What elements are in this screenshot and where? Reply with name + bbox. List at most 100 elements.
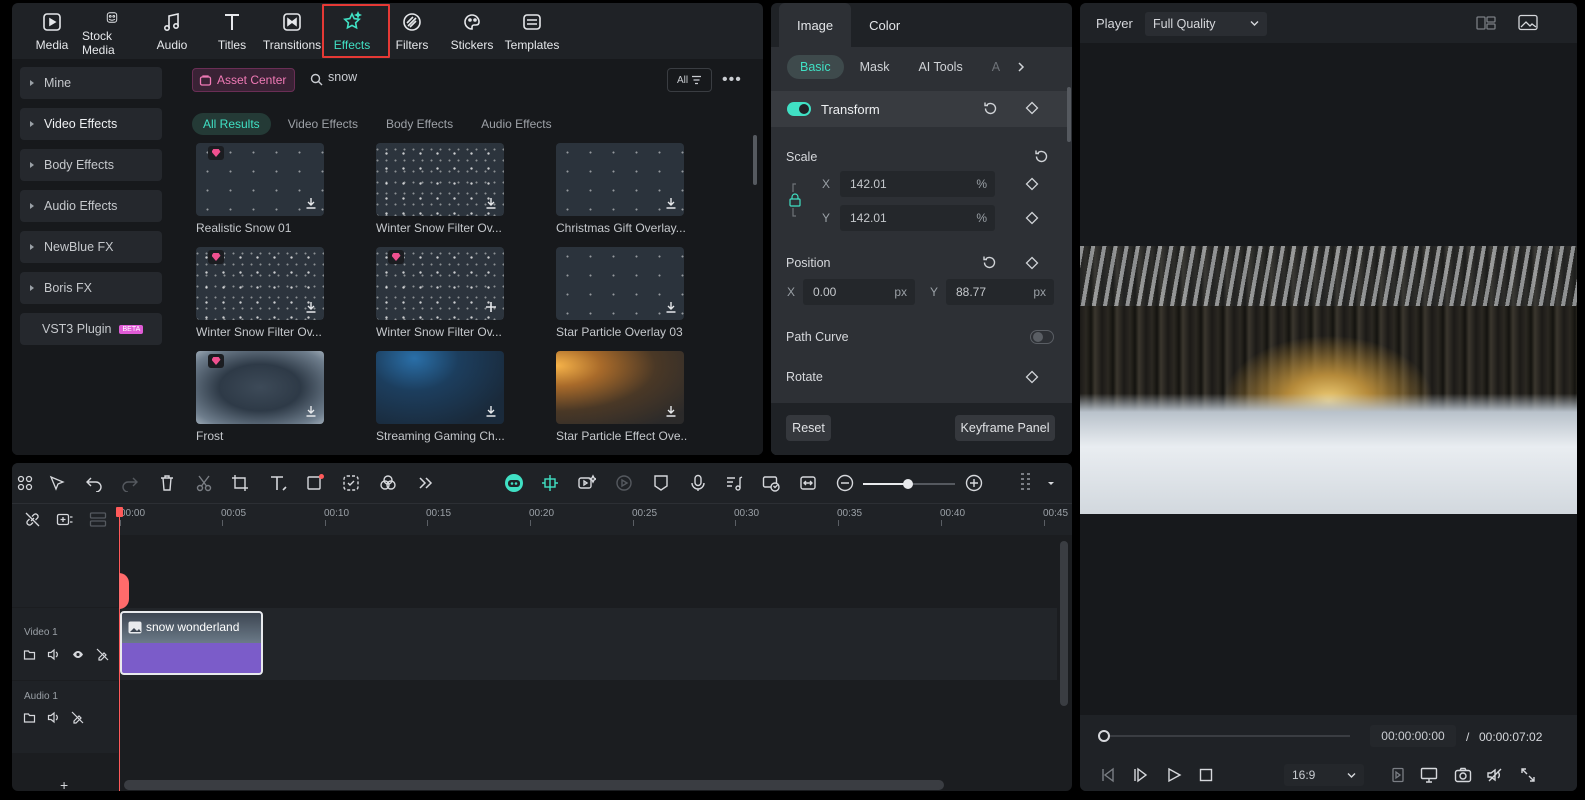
- effect-card[interactable]: Star Particle Effect Ove...: [556, 351, 688, 443]
- download-icon[interactable]: [484, 196, 498, 210]
- snap-icon[interactable]: [541, 474, 559, 492]
- sidebar-item-newblue-fx[interactable]: NewBlue FX: [20, 231, 162, 263]
- keyframe-diamond-icon[interactable]: [1025, 211, 1039, 225]
- redo-icon[interactable]: [121, 474, 139, 492]
- audio-mixer-icon[interactable]: [725, 474, 743, 492]
- effect-card[interactable]: Winter Snow Filter Ov...: [376, 247, 504, 339]
- previous-frame-icon[interactable]: [1100, 767, 1116, 783]
- zoom-in-icon[interactable]: [965, 474, 983, 492]
- tab-audio-effects[interactable]: Audio Effects: [470, 113, 563, 135]
- position-y-field[interactable]: 88.77 px: [946, 279, 1054, 305]
- effect-card[interactable]: Winter Snow Filter Ov...: [196, 247, 324, 339]
- snapshot-image-icon[interactable]: [1518, 14, 1538, 31]
- reset-icon[interactable]: [1033, 148, 1050, 165]
- tab-filters[interactable]: Filters: [382, 3, 442, 57]
- scale-x-field[interactable]: 142.01 %: [840, 171, 995, 197]
- transform-toggle[interactable]: [787, 102, 811, 116]
- keyframe-diamond-icon[interactable]: [1025, 370, 1039, 384]
- add-icon[interactable]: [484, 300, 498, 314]
- empty-track-row[interactable]: [12, 535, 1057, 607]
- progress-track[interactable]: [1104, 735, 1350, 737]
- subtab-basic[interactable]: Basic: [787, 55, 844, 79]
- rectangle-tool-icon[interactable]: [306, 474, 324, 492]
- track-layout-icon[interactable]: [1018, 472, 1036, 494]
- sidebar-item-vst3-plugin[interactable]: VST3 Plugin BETA: [20, 313, 162, 345]
- download-icon[interactable]: [664, 300, 678, 314]
- timeline-vertical-scrollbar[interactable]: [1060, 541, 1068, 706]
- effect-card[interactable]: Christmas Gift Overlay...: [556, 143, 686, 235]
- path-curve-toggle[interactable]: [1030, 330, 1054, 344]
- download-icon[interactable]: [304, 300, 318, 314]
- download-icon[interactable]: [484, 404, 498, 418]
- search-input[interactable]: [328, 70, 528, 84]
- sidebar-item-boris-fx[interactable]: Boris FX: [20, 272, 162, 304]
- next-frame-icon[interactable]: [1132, 767, 1148, 783]
- lock-ratio-icon[interactable]: [788, 180, 802, 220]
- tab-body-effects[interactable]: Body Effects: [375, 113, 464, 135]
- add-track-plus-icon[interactable]: +: [60, 777, 68, 791]
- cut-scissors-icon[interactable]: [195, 474, 213, 492]
- tab-stickers[interactable]: Stickers: [442, 3, 502, 57]
- tab-image[interactable]: Image: [779, 3, 852, 47]
- keyframe-panel-button[interactable]: Keyframe Panel: [955, 415, 1055, 441]
- subtab-mask[interactable]: Mask: [847, 55, 903, 79]
- grid-view-icon[interactable]: [1476, 15, 1496, 31]
- undo-icon[interactable]: [85, 474, 103, 492]
- reset-icon[interactable]: [982, 100, 999, 117]
- tab-transitions[interactable]: Transitions: [262, 3, 322, 57]
- link-icon[interactable]: [24, 511, 41, 528]
- video-clip[interactable]: snow wonderland: [120, 611, 263, 675]
- download-icon[interactable]: [664, 196, 678, 210]
- lock-edit-icon[interactable]: [96, 648, 109, 661]
- download-icon[interactable]: [304, 404, 318, 418]
- timeline-ruler[interactable]: 00:00 00:05 00:10 00:15 00:20 00:25 00:3…: [12, 503, 1072, 535]
- color-match-icon[interactable]: [379, 474, 397, 492]
- tab-titles[interactable]: Titles: [202, 3, 262, 57]
- download-icon[interactable]: [664, 404, 678, 418]
- effect-card[interactable]: Streaming Gaming Ch...: [376, 351, 505, 443]
- auto-highlight-icon[interactable]: [578, 474, 596, 492]
- more-options-icon[interactable]: •••: [722, 71, 742, 89]
- zoom-slider-handle[interactable]: [903, 479, 913, 489]
- timeline-horizontal-scrollbar[interactable]: [124, 780, 944, 790]
- subtab-more[interactable]: A: [979, 55, 1013, 79]
- tab-effects[interactable]: Effects: [322, 3, 390, 58]
- smart-select-icon[interactable]: [342, 474, 360, 492]
- select-cursor-icon[interactable]: [48, 474, 66, 492]
- effect-card[interactable]: Realistic Snow 01: [196, 143, 324, 235]
- add-track-icon[interactable]: [56, 511, 74, 528]
- effect-card[interactable]: Winter Snow Filter Ov...: [376, 143, 504, 235]
- sidebar-item-body-effects[interactable]: Body Effects: [20, 149, 162, 181]
- tab-audio[interactable]: Audio: [142, 3, 202, 57]
- layout-grid-icon[interactable]: [16, 474, 34, 492]
- fullscreen-icon[interactable]: [1520, 767, 1536, 783]
- playhead-marker[interactable]: [119, 573, 129, 609]
- more-tools-icon[interactable]: [416, 474, 434, 492]
- camera-icon[interactable]: [1454, 767, 1472, 783]
- asset-center-button[interactable]: Asset Center: [192, 68, 295, 92]
- subtab-ai-tools[interactable]: AI Tools: [905, 55, 975, 79]
- audio-mute-icon[interactable]: [1486, 767, 1504, 783]
- aspect-ratio-select[interactable]: 16:9: [1284, 764, 1364, 786]
- reset-icon[interactable]: [981, 254, 998, 271]
- mark-in-icon[interactable]: [1390, 767, 1406, 783]
- sidebar-item-video-effects[interactable]: Video Effects: [20, 108, 162, 140]
- tab-video-effects[interactable]: Video Effects: [277, 113, 369, 135]
- text-tool-icon[interactable]: [269, 474, 287, 492]
- crop-icon[interactable]: [231, 474, 249, 492]
- tab-media[interactable]: Media: [22, 3, 82, 57]
- tab-templates[interactable]: Templates: [502, 3, 562, 57]
- download-icon[interactable]: [304, 196, 318, 210]
- fit-timeline-icon[interactable]: [799, 474, 817, 492]
- tab-all-results[interactable]: All Results: [192, 113, 271, 135]
- tab-color[interactable]: Color: [851, 3, 918, 47]
- eye-icon[interactable]: [71, 648, 85, 661]
- filter-button[interactable]: All: [667, 68, 712, 92]
- keyframe-diamond-icon[interactable]: [1025, 101, 1039, 115]
- effect-card[interactable]: Star Particle Overlay 03: [556, 247, 684, 339]
- keyframe-diamond-icon[interactable]: [1025, 256, 1039, 270]
- track-manager-icon[interactable]: [89, 511, 107, 528]
- stop-icon[interactable]: [1198, 767, 1214, 783]
- current-time-box[interactable]: 00:00:00:00: [1370, 725, 1456, 747]
- chevron-down-icon[interactable]: [1046, 474, 1056, 492]
